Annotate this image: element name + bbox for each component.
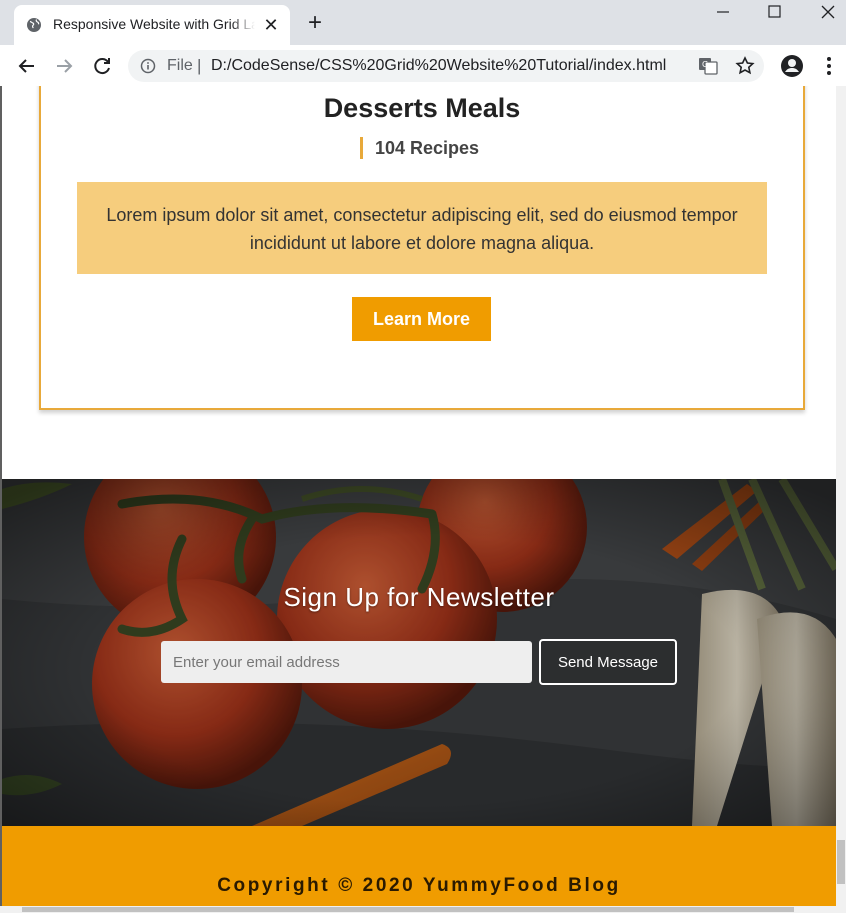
newsletter-section: Sign Up for Newsletter Send Message bbox=[2, 479, 836, 826]
card-description: Lorem ipsum dolor sit amet, consectetur … bbox=[77, 182, 767, 274]
profile-icon[interactable] bbox=[779, 53, 805, 79]
window-close-icon[interactable] bbox=[800, 0, 846, 26]
page-viewport: Desserts Meals 104 Recipes Lorem ipsum d… bbox=[0, 86, 836, 906]
url-text[interactable]: D:/CodeSense/CSS%20Grid%20Website%20Tuto… bbox=[211, 57, 666, 75]
recipe-count: 104 Recipes bbox=[360, 137, 479, 159]
url-scheme: File bbox=[167, 57, 193, 74]
forward-arrow-icon[interactable] bbox=[51, 53, 77, 79]
recipe-card: Desserts Meals 104 Recipes Lorem ipsum d… bbox=[39, 86, 805, 410]
send-message-button[interactable]: Send Message bbox=[539, 639, 677, 685]
email-input[interactable] bbox=[161, 641, 532, 683]
address-bar[interactable]: File | D:/CodeSense/CSS%20Grid%20Website… bbox=[128, 50, 764, 82]
globe-icon bbox=[27, 18, 41, 32]
tab-title: Responsive Website with Grid Layout bbox=[53, 16, 255, 32]
browser-tab[interactable]: Responsive Website with Grid Layout ✕ bbox=[14, 5, 290, 45]
maximize-icon[interactable] bbox=[751, 0, 797, 26]
back-arrow-icon[interactable] bbox=[14, 53, 40, 79]
horizontal-scrollbar[interactable] bbox=[0, 906, 846, 913]
browser-toolbar: File | D:/CodeSense/CSS%20Grid%20Website… bbox=[0, 45, 846, 87]
vertical-scrollbar[interactable] bbox=[836, 86, 846, 906]
plus-icon[interactable]: + bbox=[302, 11, 328, 37]
url-separator: | bbox=[197, 56, 202, 75]
site-footer: Copyright © 2020 YummyFood Blog bbox=[2, 826, 836, 906]
info-icon[interactable] bbox=[140, 58, 156, 74]
copyright-text: Copyright © 2020 YummyFood Blog bbox=[217, 875, 621, 896]
vertical-scrollbar-thumb[interactable] bbox=[837, 840, 845, 884]
horizontal-scrollbar-thumb[interactable] bbox=[22, 907, 794, 912]
reload-icon[interactable] bbox=[89, 53, 115, 79]
translate-icon[interactable]: G bbox=[698, 57, 718, 75]
tab-strip: Responsive Website with Grid Layout ✕ + bbox=[0, 0, 846, 45]
star-icon[interactable] bbox=[734, 55, 756, 77]
close-icon[interactable]: ✕ bbox=[262, 16, 280, 34]
learn-more-button[interactable]: Learn More bbox=[352, 297, 491, 341]
card-title: Desserts Meals bbox=[323, 93, 521, 123]
svg-text:G: G bbox=[702, 60, 708, 69]
newsletter-title: Sign Up for Newsletter bbox=[283, 582, 555, 612]
kebab-menu-icon[interactable] bbox=[818, 53, 840, 79]
minimize-icon[interactable] bbox=[700, 0, 746, 26]
